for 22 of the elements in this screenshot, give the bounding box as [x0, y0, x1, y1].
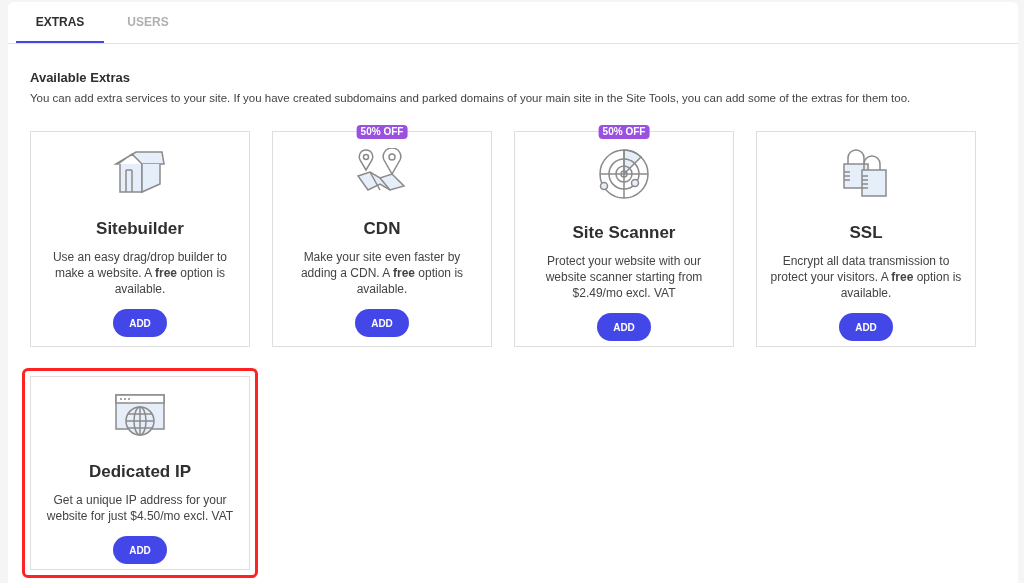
add-button[interactable]: ADD — [113, 309, 167, 338]
discount-badge: 50% OFF — [598, 124, 650, 139]
card-title: Dedicated IP — [88, 460, 191, 483]
discount-badge: 50% OFF — [356, 124, 408, 139]
card-title: SSL — [849, 221, 883, 244]
radar-icon — [598, 147, 650, 200]
card-description: Get a unique IP address for your website for just $4.50/mo excl. VAT — [45, 492, 235, 525]
section-title: Available Extras — [30, 69, 131, 87]
card-description: Make your site even faster by adding a CDN. A free option is available. — [299, 249, 465, 298]
card-title: CDN — [363, 217, 401, 240]
add-button[interactable]: ADD — [839, 313, 893, 342]
add-button[interactable]: ADD — [355, 309, 409, 338]
card-title: Sitebuilder — [96, 217, 184, 240]
section-description: You can add extra services to your site. If you have created subdomains and parked domains of your main site in the Site Tools, you can add some of the extras for them too. — [30, 90, 912, 106]
card-description: Encrypt all data transmission to protect your visitors. A free option is available. — [769, 253, 963, 302]
add-button[interactable]: ADD — [597, 313, 651, 342]
browser-globe-icon — [114, 392, 166, 439]
add-button[interactable]: ADD — [113, 536, 167, 565]
card-description: Protect your website with our website scanner starting from $2.49/mo excl. VAT — [544, 253, 704, 302]
card-title: Site Scanner — [572, 221, 676, 244]
card-description: Use an easy drag/drop builder to make a website. A free option is available. — [51, 249, 229, 298]
tab[interactable]: EXTRAS — [16, 2, 104, 43]
